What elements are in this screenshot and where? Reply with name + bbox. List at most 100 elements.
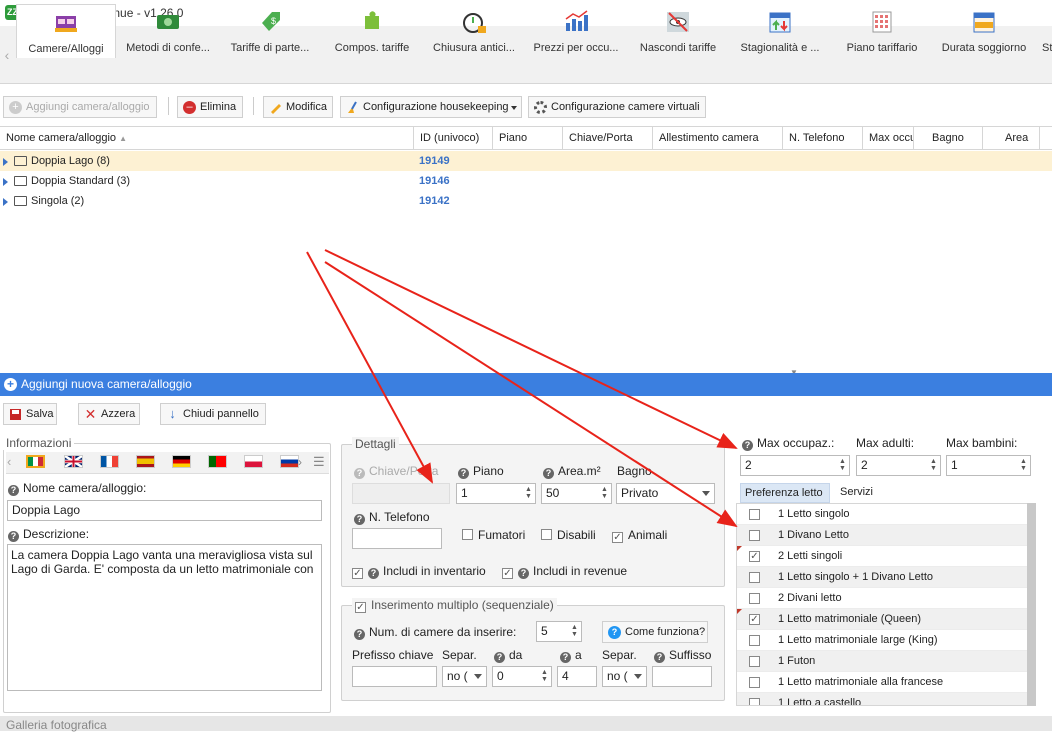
spinner-icon[interactable]: ▲ ▼ (570, 624, 579, 639)
tab-compos-tariffe[interactable]: Compos. tariffe (322, 4, 422, 58)
spinner-icon[interactable]: ▲ ▼ (600, 486, 609, 501)
checkbox-box[interactable] (541, 529, 552, 540)
spinner-icon[interactable]: ▲ ▼ (524, 486, 533, 501)
description-textarea[interactable]: La camera Doppia Lago vanta una meravigl… (7, 544, 322, 691)
checkbox-box[interactable] (462, 529, 473, 540)
gallery-section-header[interactable]: Galleria fotografica (0, 716, 1052, 732)
help-icon[interactable]: ? (368, 568, 379, 579)
separator2-select[interactable]: no ( (602, 666, 647, 687)
column-header-name[interactable]: Nome camera/alloggio ▲ (0, 127, 414, 150)
save-button[interactable]: Salva (3, 403, 57, 425)
bath-select[interactable]: Privato (616, 483, 715, 504)
ribbon-scroll-left-icon[interactable]: ‹ (0, 26, 14, 84)
portugal-flag-icon[interactable] (208, 455, 227, 468)
checkbox-box[interactable] (749, 656, 760, 667)
checkbox-box[interactable] (749, 509, 760, 520)
lang-scroll-right-icon[interactable]: › (298, 455, 302, 469)
list-item[interactable]: 1 Letto matrimoniale large (King) (737, 630, 1027, 651)
help-icon[interactable]: ? (543, 468, 554, 479)
help-icon[interactable]: ? (354, 629, 365, 640)
table-row[interactable]: Doppia Standard (3) 19146 (0, 171, 1052, 191)
tab-metodi-conferma[interactable]: Metodi di confe... (118, 4, 218, 58)
list-item[interactable]: 2 Divani letto (737, 588, 1027, 609)
smokers-checkbox[interactable]: Fumatori (462, 528, 525, 542)
help-icon[interactable]: ? (458, 468, 469, 479)
spain-flag-icon[interactable] (136, 455, 155, 468)
tab-piano-tariffario[interactable]: Piano tariffario (832, 4, 932, 58)
russia-flag-icon[interactable] (280, 455, 299, 468)
bed-list-scrollbar[interactable] (1027, 503, 1036, 706)
checkbox-box[interactable]: ✓ (355, 602, 366, 613)
spinner-icon[interactable]: ▲ ▼ (838, 458, 847, 473)
checkbox-box[interactable]: ✓ (502, 568, 513, 579)
checkbox-box[interactable] (749, 698, 760, 705)
checkbox-box[interactable]: ✓ (749, 614, 760, 625)
list-icon[interactable]: ☰ (313, 454, 325, 470)
lang-scroll-left-icon[interactable]: ‹ (7, 454, 11, 469)
how-it-works-button[interactable]: ? Come funziona? (602, 621, 708, 643)
delete-button[interactable]: – Elimina (177, 96, 243, 118)
num-rooms-input[interactable]: 5 ▲ ▼ (536, 621, 582, 642)
checkbox-box[interactable] (749, 635, 760, 646)
virtual-rooms-config-button[interactable]: Configurazione camere virtuali (528, 96, 706, 118)
help-icon[interactable]: ? (654, 652, 665, 663)
revenue-checkbox[interactable]: ✓? Includi in revenue (502, 564, 627, 579)
tab-prezzi-occupazione[interactable]: Prezzi per occu... (526, 4, 626, 58)
column-header-floor[interactable]: Piano (493, 127, 563, 150)
max-children-input[interactable]: 1 ▲ ▼ (946, 455, 1031, 476)
close-panel-button[interactable]: ↓ Chiudi pannello (160, 403, 266, 425)
reset-button[interactable]: ✕ Azzera (78, 403, 140, 425)
column-header-max-occ[interactable]: Max occu (863, 127, 914, 150)
germany-flag-icon[interactable] (172, 455, 191, 468)
list-item[interactable]: 1 Letto matrimoniale alla francese (737, 672, 1027, 693)
max-adults-input[interactable]: 2 ▲ ▼ (856, 455, 941, 476)
uk-flag-icon[interactable] (64, 455, 83, 468)
area-input[interactable]: 50 ▲ ▼ (541, 483, 612, 504)
add-room-button[interactable]: + Aggiungi camera/alloggio (3, 96, 157, 118)
poland-flag-icon[interactable] (244, 455, 263, 468)
list-item[interactable]: 1 Letto singolo + 1 Divano Letto (737, 567, 1027, 588)
expand-arrow-icon[interactable] (3, 178, 8, 186)
checkbox-box[interactable]: ✓ (352, 568, 363, 579)
phone-input[interactable] (352, 528, 442, 549)
checkbox-box[interactable] (749, 530, 760, 541)
checkbox-box[interactable]: ✓ (612, 532, 623, 543)
panel-splitter[interactable]: ▼ (790, 368, 804, 377)
floor-input[interactable]: 1 ▲ ▼ (456, 483, 536, 504)
housekeeping-config-button[interactable]: Configurazione housekeeping (340, 96, 522, 118)
inventory-checkbox[interactable]: ✓? Includi in inventario (352, 564, 486, 579)
column-header-area[interactable]: Area (983, 127, 1040, 150)
column-header-bath[interactable]: Bagno (914, 127, 983, 150)
table-row[interactable]: Doppia Lago (8) 19149 (0, 151, 1052, 171)
tab-nascondi-tariffe[interactable]: Nascondi tariffe (628, 4, 728, 58)
list-item[interactable]: 1 Letto a castello (737, 693, 1027, 705)
disabled-checkbox[interactable]: Disabili (541, 528, 596, 542)
help-icon[interactable]: ? (354, 514, 365, 525)
tab-bed-preference[interactable]: Preferenza letto (740, 483, 830, 503)
italy-flag-icon[interactable] (26, 455, 45, 468)
suffix-input[interactable] (652, 666, 712, 687)
to-input[interactable]: 4 (557, 666, 597, 687)
france-flag-icon[interactable] (100, 455, 119, 468)
checkbox-box[interactable] (749, 677, 760, 688)
room-name-input[interactable]: Doppia Lago (7, 500, 322, 521)
list-item[interactable]: 1 Futon (737, 651, 1027, 672)
expand-arrow-icon[interactable] (3, 198, 8, 206)
help-icon[interactable]: ? (494, 652, 505, 663)
tab-services[interactable]: Servizi (834, 483, 884, 503)
tab-stagionalita[interactable]: Stagionalità e ... (730, 4, 830, 58)
checkbox-box[interactable] (749, 572, 760, 583)
expand-arrow-icon[interactable] (3, 158, 8, 166)
tab-durata-soggiorno[interactable]: Durata soggiorno (934, 4, 1034, 58)
tab-chiusura-anticipata[interactable]: Chiusura antici... (424, 4, 524, 58)
column-header-setup[interactable]: Allestimento camera (653, 127, 783, 150)
help-icon[interactable]: ? (518, 568, 529, 579)
max-occupancy-input[interactable]: 2 ▲ ▼ (740, 455, 850, 476)
list-item[interactable]: 1 Letto singolo (737, 504, 1027, 525)
spinner-icon[interactable]: ▲ ▼ (1019, 458, 1028, 473)
column-header-id[interactable]: ID (univoco) (414, 127, 493, 150)
help-icon[interactable]: ? (8, 531, 19, 542)
checkbox-box[interactable]: ✓ (749, 551, 760, 562)
prefix-input[interactable] (352, 666, 437, 687)
tab-camere-alloggi[interactable]: Camere/Alloggi (16, 4, 116, 58)
